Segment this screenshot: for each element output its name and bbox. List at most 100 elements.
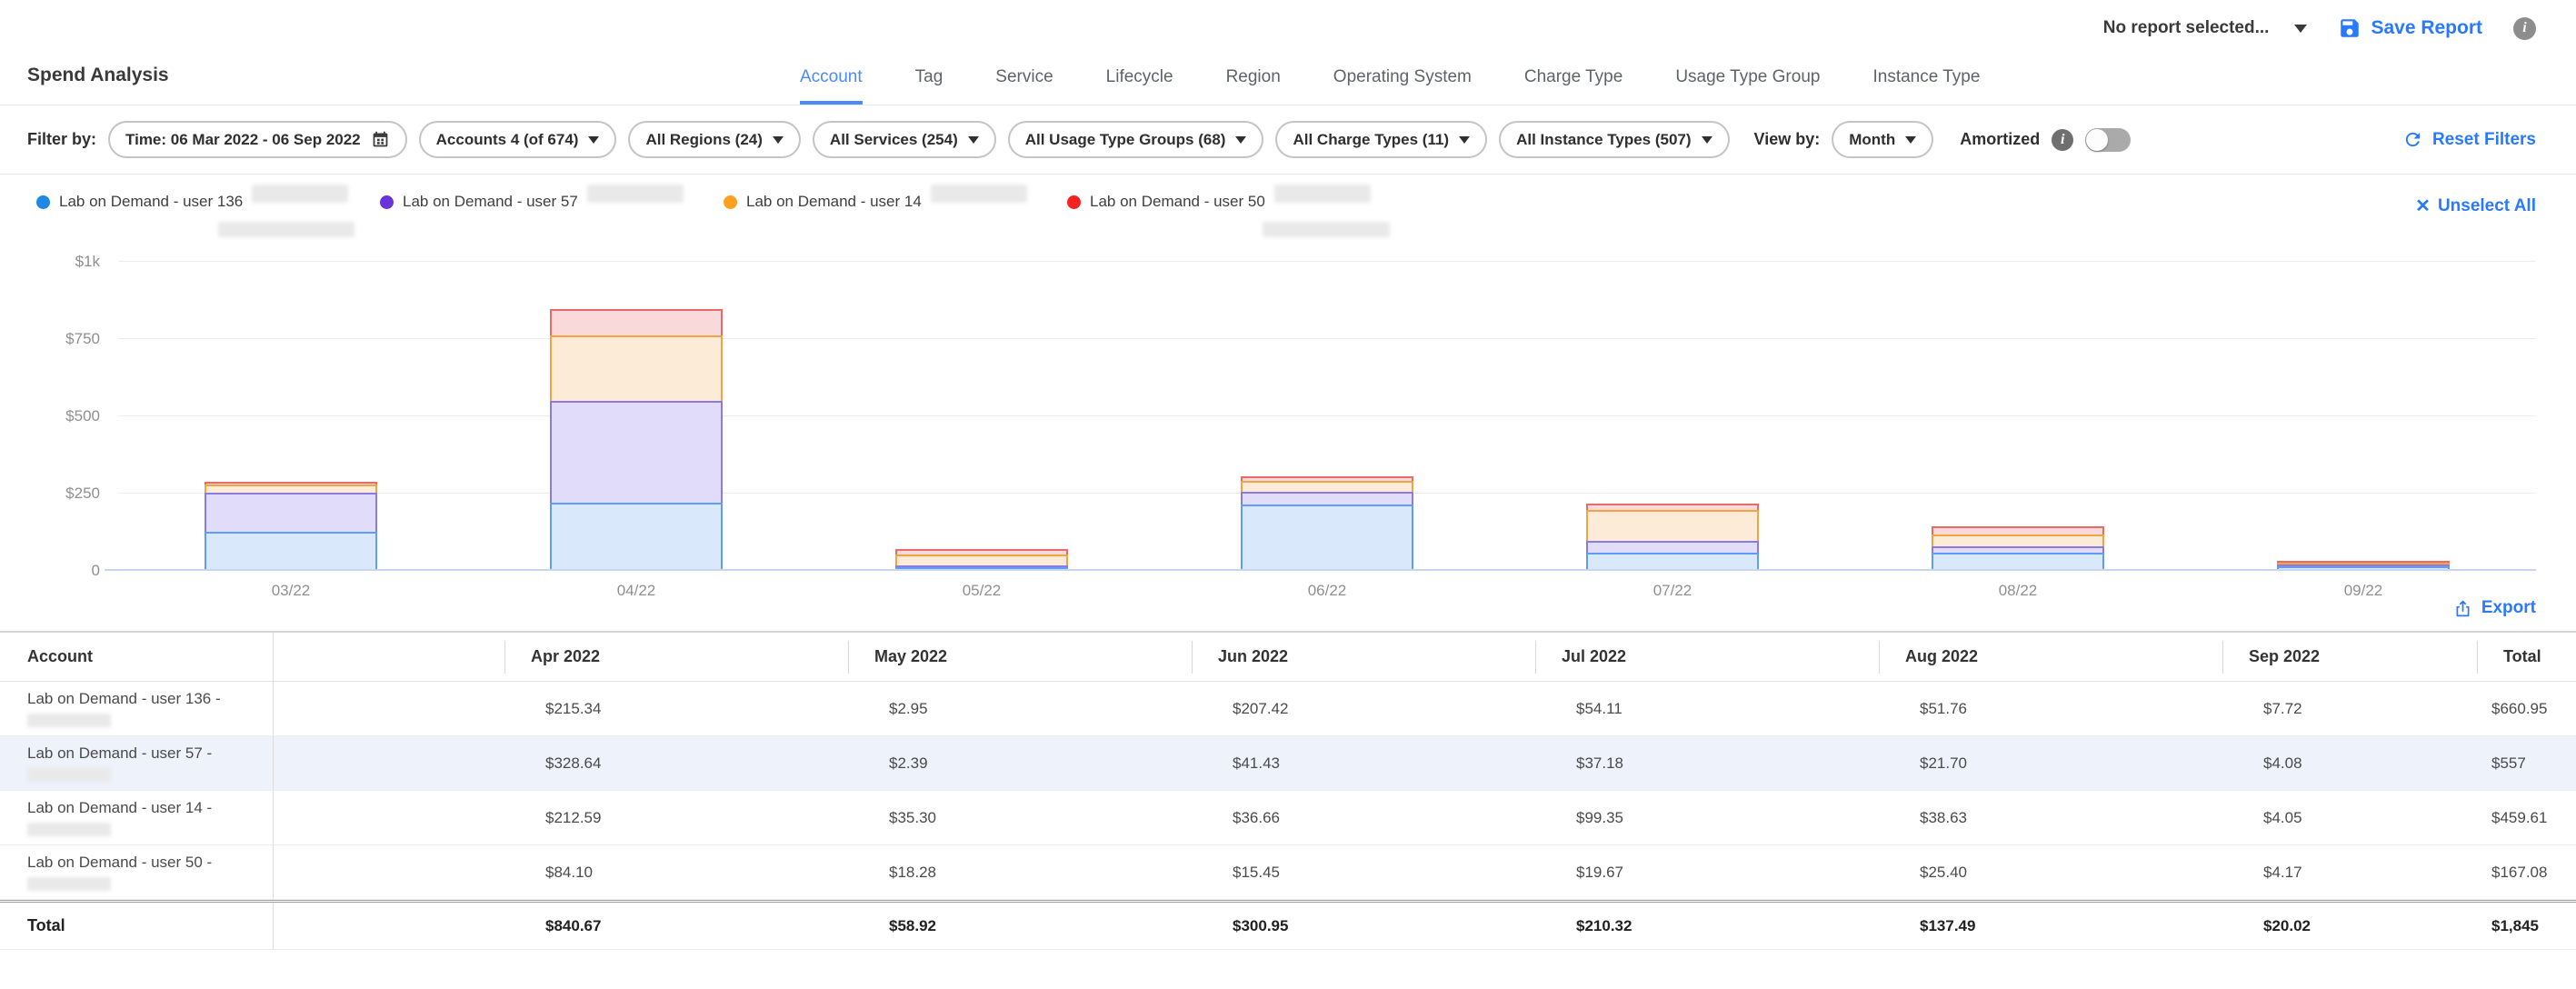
cell-lab-on-demand-user-50-aug-2022: $25.40 xyxy=(1879,845,2222,899)
bar-04-22 xyxy=(550,309,723,569)
x-axis-line xyxy=(105,569,2536,571)
bar-08-22-segment-lab-on-demand-user-136[interactable] xyxy=(1932,553,2104,569)
bar-slot-06-22 xyxy=(1154,262,1500,569)
view-by-dropdown[interactable]: Month xyxy=(1832,121,1933,158)
cell-lab-on-demand-user-50-apr-2022: $84.10 xyxy=(504,845,848,899)
time-filter-pill[interactable]: Time: 06 Mar 2022 - 06 Sep 2022 xyxy=(108,121,407,158)
toggle-knob xyxy=(2086,129,2108,151)
redacted-account-id xyxy=(27,877,111,891)
total-cell-aug-2022: $137.49 xyxy=(1879,903,2222,949)
column-header-jun-2022[interactable]: Jun 2022 xyxy=(1192,641,1535,674)
info-icon[interactable]: i xyxy=(2513,17,2536,40)
tab-charge-type[interactable]: Charge Type xyxy=(1524,67,1622,105)
cell-lab-on-demand-user-136-total: $660.95 xyxy=(2477,682,2576,735)
cell-lab-on-demand-user-14-jul-2022: $99.35 xyxy=(1535,791,1879,844)
tab-region[interactable]: Region xyxy=(1226,67,1281,105)
bar-03-22-segment-lab-on-demand-user-14[interactable] xyxy=(205,485,377,493)
bar-03-22-segment-lab-on-demand-user-136[interactable] xyxy=(205,532,377,569)
tab-operating-system[interactable]: Operating System xyxy=(1333,67,1472,105)
filter-dropdown-accounts-4-of-674[interactable]: Accounts 4 (of 674) xyxy=(419,121,617,158)
column-header-account[interactable]: Account xyxy=(0,647,273,666)
cell-lab-on-demand-user-136-jul-2022: $54.11 xyxy=(1535,682,1879,735)
bar-08-22-segment-lab-on-demand-user-57[interactable] xyxy=(1932,546,2104,553)
y-axis-label: $750 xyxy=(23,330,100,348)
top-bar: No report selected... Save Report i xyxy=(0,0,2576,44)
tab-usage-type-group[interactable]: Usage Type Group xyxy=(1675,67,1820,105)
chevron-down-icon xyxy=(1235,136,1246,144)
tab-tag[interactable]: Tag xyxy=(915,67,944,105)
legend-item-lab-on-demand-user-14[interactable]: Lab on Demand - user 14 xyxy=(724,193,1067,211)
filter-dropdown-all-usage-type-groups-68[interactable]: All Usage Type Groups (68) xyxy=(1008,121,1264,158)
filter-dropdown-all-charge-types-11[interactable]: All Charge Types (11) xyxy=(1275,121,1487,158)
account-name-cell: Lab on Demand - user 14 - xyxy=(0,791,273,844)
table-spacer-cell xyxy=(273,682,504,735)
spend-table: Account Apr 2022May 2022Jun 2022Jul 2022A… xyxy=(0,631,2576,950)
report-selector-dropdown[interactable]: No report selected... xyxy=(2103,18,2308,38)
legend-dot-icon xyxy=(1067,195,1081,209)
bar-05-22-segment-lab-on-demand-user-14[interactable] xyxy=(895,554,1068,565)
legend-item-lab-on-demand-user-136[interactable]: Lab on Demand - user 136 xyxy=(36,193,380,211)
column-header-may-2022[interactable]: May 2022 xyxy=(848,641,1192,674)
column-header-apr-2022[interactable]: Apr 2022 xyxy=(504,641,848,674)
bar-slot-09-22 xyxy=(2191,262,2536,569)
total-row-label: Total xyxy=(0,903,273,949)
amortized-label: Amortized xyxy=(1960,130,2040,149)
column-header-aug-2022[interactable]: Aug 2022 xyxy=(1879,641,2222,674)
chevron-down-icon xyxy=(588,136,599,144)
filter-by-label: Filter by: xyxy=(27,130,96,149)
cell-lab-on-demand-user-57-may-2022: $2.39 xyxy=(848,736,1192,790)
bar-07-22-segment-lab-on-demand-user-57[interactable] xyxy=(1586,541,1759,553)
table-row-lab-on-demand-user-136: Lab on Demand - user 136 -$215.34$2.95$2… xyxy=(0,682,2576,736)
chevron-down-icon xyxy=(1702,136,1712,144)
tab-account[interactable]: Account xyxy=(800,67,863,105)
amortized-info-icon[interactable]: i xyxy=(2052,129,2073,151)
legend-label: Lab on Demand - user 50 xyxy=(1090,193,1265,211)
legend-item-lab-on-demand-user-57[interactable]: Lab on Demand - user 57 xyxy=(380,193,724,211)
bar-03-22-segment-lab-on-demand-user-57[interactable] xyxy=(205,493,377,532)
column-header-jul-2022[interactable]: Jul 2022 xyxy=(1535,641,1879,674)
save-report-button[interactable]: Save Report xyxy=(2338,16,2482,40)
bar-04-22-segment-lab-on-demand-user-50[interactable] xyxy=(550,309,723,335)
table-row-lab-on-demand-user-50: Lab on Demand - user 50 -$84.10$18.28$15… xyxy=(0,845,2576,900)
reset-filters-button[interactable]: Reset Filters xyxy=(2402,129,2536,150)
bar-08-22-segment-lab-on-demand-user-50[interactable] xyxy=(1932,526,2104,534)
tab-lifecycle[interactable]: Lifecycle xyxy=(1106,67,1173,105)
bar-06-22-segment-lab-on-demand-user-14[interactable] xyxy=(1241,481,1413,492)
x-axis-label-04-22: 04/22 xyxy=(464,582,809,600)
bar-04-22-segment-lab-on-demand-user-57[interactable] xyxy=(550,401,723,503)
bar-07-22-segment-lab-on-demand-user-14[interactable] xyxy=(1586,510,1759,541)
account-name-cell: Lab on Demand - user 57 - xyxy=(0,736,273,790)
bar-07-22-segment-lab-on-demand-user-136[interactable] xyxy=(1586,553,1759,569)
column-header-sep-2022[interactable]: Sep 2022 xyxy=(2222,641,2477,674)
bar-04-22-segment-lab-on-demand-user-14[interactable] xyxy=(550,335,723,401)
table-spacer-cell xyxy=(273,845,504,899)
amortized-toggle[interactable] xyxy=(2085,128,2131,152)
tab-service[interactable]: Service xyxy=(995,67,1053,105)
filter-dropdown-all-services-254[interactable]: All Services (254) xyxy=(813,121,996,158)
y-axis-label: $1k xyxy=(23,253,100,271)
filter-bar: Filter by: Time: 06 Mar 2022 - 06 Sep 20… xyxy=(0,105,2576,175)
export-button[interactable]: Export xyxy=(2453,598,2536,618)
redacted-account-id xyxy=(587,185,684,203)
filter-dropdown-all-regions-24[interactable]: All Regions (24) xyxy=(628,121,800,158)
bar-07-22-segment-lab-on-demand-user-50[interactable] xyxy=(1586,504,1759,510)
redacted-account-id xyxy=(252,185,348,203)
legend-item-lab-on-demand-user-50[interactable]: Lab on Demand - user 50 xyxy=(1067,193,1411,211)
bar-06-22-segment-lab-on-demand-user-57[interactable] xyxy=(1241,492,1413,504)
filter-dropdown-all-instance-types-507[interactable]: All Instance Types (507) xyxy=(1499,121,1729,158)
cell-lab-on-demand-user-50-may-2022: $18.28 xyxy=(848,845,1192,899)
view-by-label: View by: xyxy=(1754,130,1821,149)
report-selector-label: No report selected... xyxy=(2103,18,2270,38)
unselect-all-button[interactable]: ✕ Unselect All xyxy=(2415,195,2536,217)
bar-04-22-segment-lab-on-demand-user-136[interactable] xyxy=(550,503,723,569)
account-name: Lab on Demand - user 136 - xyxy=(27,690,273,708)
total-cell-jun-2022: $300.95 xyxy=(1192,903,1535,949)
save-icon xyxy=(2338,16,2361,40)
x-axis-label-09-22: 09/22 xyxy=(2191,582,2536,600)
column-header-total[interactable]: Total xyxy=(2477,641,2576,674)
redacted-account-id xyxy=(218,222,354,237)
bar-08-22-segment-lab-on-demand-user-14[interactable] xyxy=(1932,534,2104,546)
tab-instance-type[interactable]: Instance Type xyxy=(1872,67,1980,105)
page-title: Spend Analysis xyxy=(27,65,169,86)
bar-06-22-segment-lab-on-demand-user-136[interactable] xyxy=(1241,504,1413,569)
